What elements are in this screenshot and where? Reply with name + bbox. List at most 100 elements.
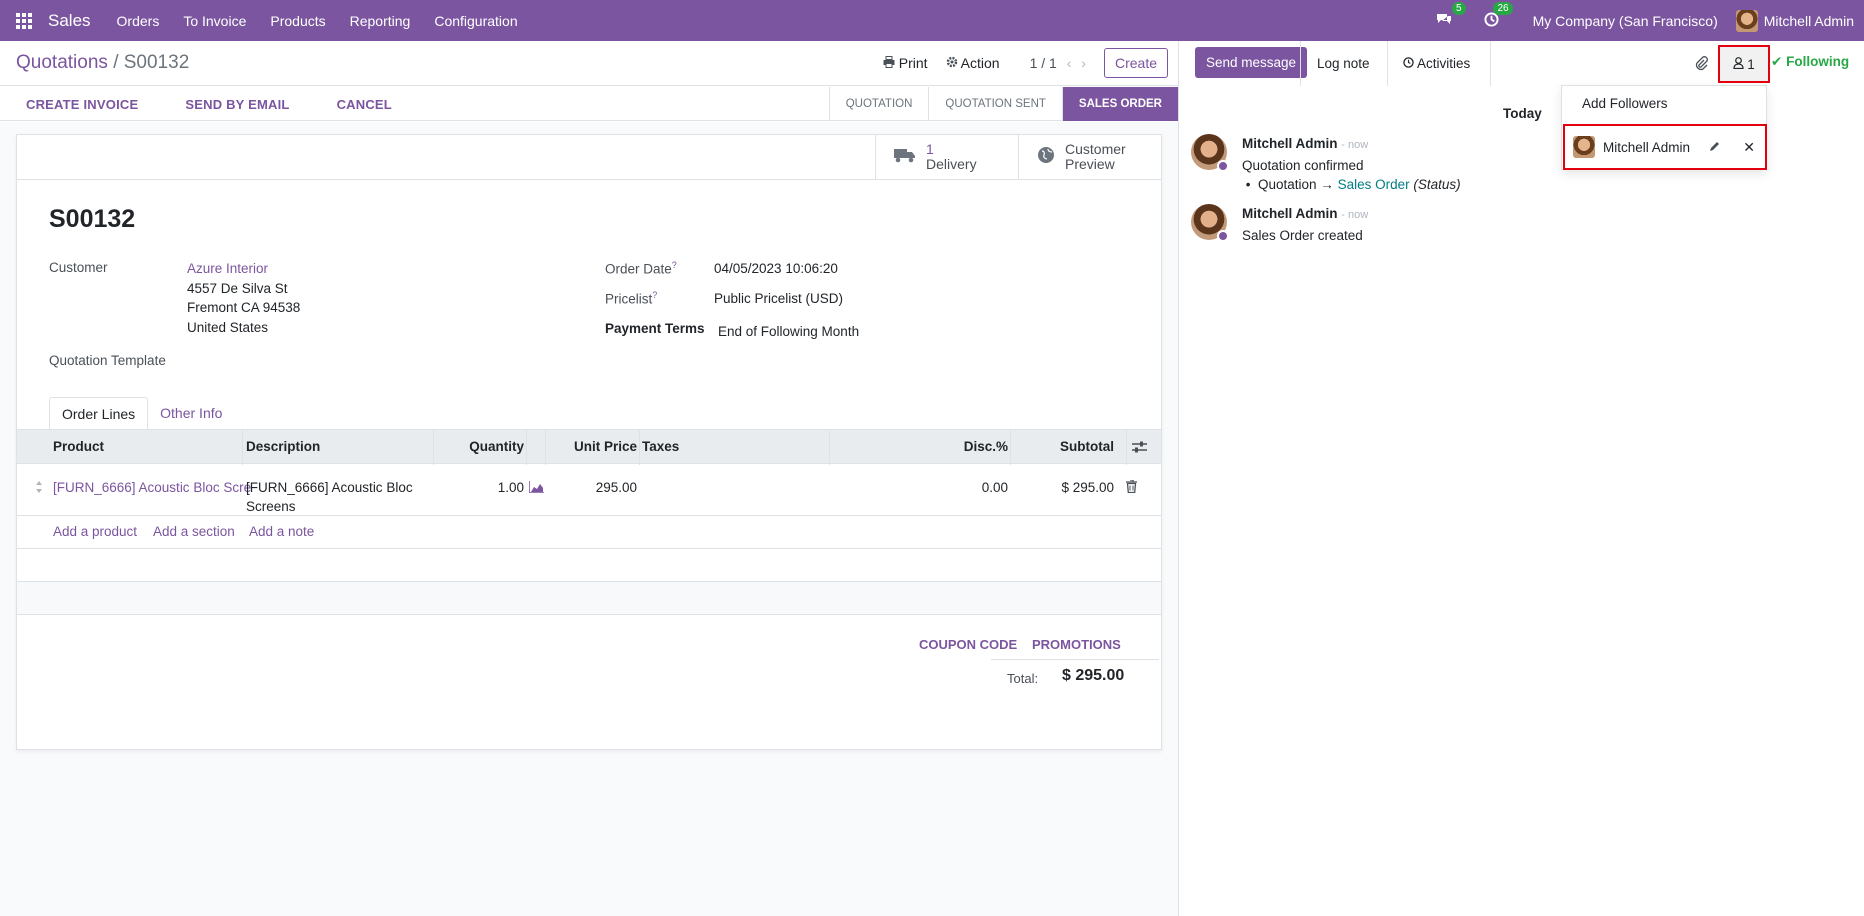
clock-icon xyxy=(1403,56,1414,71)
stage-quotation-sent[interactable]: QUOTATION SENT xyxy=(928,87,1062,121)
user-avatar xyxy=(1735,9,1758,32)
send-message-button[interactable]: Send message xyxy=(1195,47,1308,78)
user-icon xyxy=(1733,56,1744,72)
menu-orders[interactable]: Orders xyxy=(105,13,172,29)
log-note-button[interactable]: Log note xyxy=(1317,41,1370,86)
col-unit-price[interactable]: Unit Price xyxy=(547,439,637,454)
stage-quotation[interactable]: QUOTATION xyxy=(828,87,929,121)
message-author[interactable]: Mitchell Admin xyxy=(1242,136,1338,151)
breadcrumb-separator: / xyxy=(113,52,119,73)
presence-indicator xyxy=(1217,160,1229,172)
send-by-email-button[interactable]: SEND BY EMAIL xyxy=(173,97,301,112)
followers-button[interactable]: 1 xyxy=(1718,45,1770,83)
check-icon: ✔ xyxy=(1771,54,1783,69)
pager-previous-icon[interactable]: ‹ xyxy=(1067,55,1072,71)
print-button[interactable]: Print xyxy=(883,55,928,71)
col-quantity[interactable]: Quantity xyxy=(437,439,524,454)
menu-to-invoice[interactable]: To Invoice xyxy=(171,13,258,29)
optional-columns-icon[interactable] xyxy=(1132,440,1147,457)
control-panel-tools: Print Action 1 / 1 ‹ › Create xyxy=(883,48,1168,78)
message-body: Mitchell Admin - now Quotation confirmed… xyxy=(1242,134,1461,195)
breadcrumb-current: S00132 xyxy=(123,52,190,73)
col-description[interactable]: Description xyxy=(246,439,320,454)
menu-configuration[interactable]: Configuration xyxy=(422,13,529,29)
message-author[interactable]: Mitchell Admin xyxy=(1242,206,1338,221)
customer-link[interactable]: Azure Interior xyxy=(187,261,268,276)
line-unit-price[interactable]: 295.00 xyxy=(547,478,637,497)
add-product-link[interactable]: Add a product xyxy=(53,524,137,539)
address-line1: 4557 De Silva St xyxy=(187,280,288,296)
tab-other-info[interactable]: Other Info xyxy=(148,397,234,431)
create-button[interactable]: Create xyxy=(1103,48,1168,78)
systray: 5 26 My Company (San Francisco) Mitchell… xyxy=(1436,0,1854,41)
cancel-button[interactable]: CANCEL xyxy=(325,97,404,112)
chat-icon xyxy=(1436,12,1452,29)
trash-icon[interactable] xyxy=(1126,479,1137,496)
col-subtotal[interactable]: Subtotal xyxy=(1012,439,1114,454)
smart-buttons: 1 Delivery Customer Preview xyxy=(17,135,1161,180)
status-bar: CREATE INVOICE SEND BY EMAIL CANCEL QUOT… xyxy=(0,87,1178,121)
col-taxes[interactable]: Taxes xyxy=(642,439,679,454)
followers-count: 1 xyxy=(1747,56,1755,72)
action-label: Action xyxy=(960,55,1000,71)
promotions-button[interactable]: PROMOTIONS xyxy=(1032,637,1121,652)
add-followers-item[interactable]: Add Followers xyxy=(1582,96,1668,111)
order-date-label: Order Date? xyxy=(605,260,677,277)
action-button[interactable]: Action xyxy=(946,55,1000,71)
pager-value[interactable]: 1 / 1 xyxy=(1030,55,1057,71)
drag-handle-icon[interactable] xyxy=(35,480,43,497)
activity-menu[interactable]: 26 xyxy=(1484,1,1513,30)
menu-reporting[interactable]: Reporting xyxy=(338,13,423,29)
pricelist-field[interactable]: Public Pricelist (USD) xyxy=(714,289,843,309)
truck-icon xyxy=(894,147,916,166)
customer-field: Azure Interior 4557 De Silva St Fremont … xyxy=(187,259,300,337)
presence-indicator xyxy=(1217,230,1229,242)
payment-terms-field[interactable]: End of Following Month xyxy=(718,322,859,342)
pager-next-icon[interactable]: › xyxy=(1081,55,1086,71)
close-icon[interactable]: ✕ xyxy=(1743,139,1755,156)
line-description[interactable]: [FURN_6666] Acoustic Bloc Screens xyxy=(246,478,413,516)
help-mark: ? xyxy=(652,290,658,300)
follower-item[interactable]: Mitchell Admin ✕ xyxy=(1563,124,1767,170)
header-buttons: CREATE INVOICE SEND BY EMAIL CANCEL xyxy=(14,87,404,121)
line-product[interactable]: [FURN_6666] Acoustic Bloc Scre xyxy=(53,478,251,497)
date-separator: Today xyxy=(1503,106,1542,121)
user-menu[interactable]: Mitchell Admin xyxy=(1735,9,1854,32)
forecast-chart-icon[interactable] xyxy=(528,481,544,496)
line-discount[interactable]: 0.00 xyxy=(829,478,1008,497)
menu-products[interactable]: Products xyxy=(258,13,337,29)
line-quantity[interactable]: 1.00 xyxy=(437,478,524,497)
activities-label: Activities xyxy=(1417,56,1471,71)
messaging-menu[interactable]: 5 xyxy=(1436,2,1466,29)
paperclip-icon[interactable] xyxy=(1694,55,1708,74)
message-text: Sales Order created xyxy=(1242,227,1363,243)
record-title: S00132 xyxy=(49,205,136,233)
breadcrumb-quotations[interactable]: Quotations xyxy=(16,52,108,73)
activities-button[interactable]: Activities xyxy=(1403,41,1470,86)
pencil-icon[interactable] xyxy=(1709,140,1721,155)
stage-sales-order[interactable]: SALES ORDER xyxy=(1061,87,1178,121)
add-note-link[interactable]: Add a note xyxy=(249,524,314,539)
col-product[interactable]: Product xyxy=(53,439,104,454)
following-label: Following xyxy=(1786,54,1850,69)
create-invoice-button[interactable]: CREATE INVOICE xyxy=(14,97,150,112)
address-line3: United States xyxy=(187,319,269,335)
delivery-smart-button[interactable]: 1 Delivery xyxy=(875,135,1017,179)
table-row[interactable]: [FURN_6666] Acoustic Bloc Scre [FURN_666… xyxy=(17,464,1161,516)
delivery-label: Delivery xyxy=(926,156,977,172)
order-date-field[interactable]: 04/05/2023 10:06:20 xyxy=(714,259,838,279)
empty-row xyxy=(17,549,1161,582)
company-switcher[interactable]: My Company (San Francisco) xyxy=(1533,13,1718,29)
customer-preview-smart-button[interactable]: Customer Preview xyxy=(1018,135,1163,179)
customer-label: Customer xyxy=(49,260,108,275)
form-sheet: 1 Delivery Customer Preview S00132 Custo… xyxy=(16,134,1162,750)
tab-order-lines[interactable]: Order Lines xyxy=(49,397,149,431)
pager: 1 / 1 ‹ › xyxy=(1030,55,1086,71)
coupon-code-button[interactable]: COUPON CODE xyxy=(919,637,1017,652)
app-brand[interactable]: Sales xyxy=(48,11,91,31)
col-discount[interactable]: Disc.% xyxy=(829,439,1008,454)
following-button[interactable]: ✔ Following xyxy=(1771,54,1849,70)
apps-menu-icon[interactable] xyxy=(0,0,48,41)
add-section-link[interactable]: Add a section xyxy=(153,524,235,539)
order-lines-table: Product Description Quantity Unit Price … xyxy=(17,429,1161,615)
